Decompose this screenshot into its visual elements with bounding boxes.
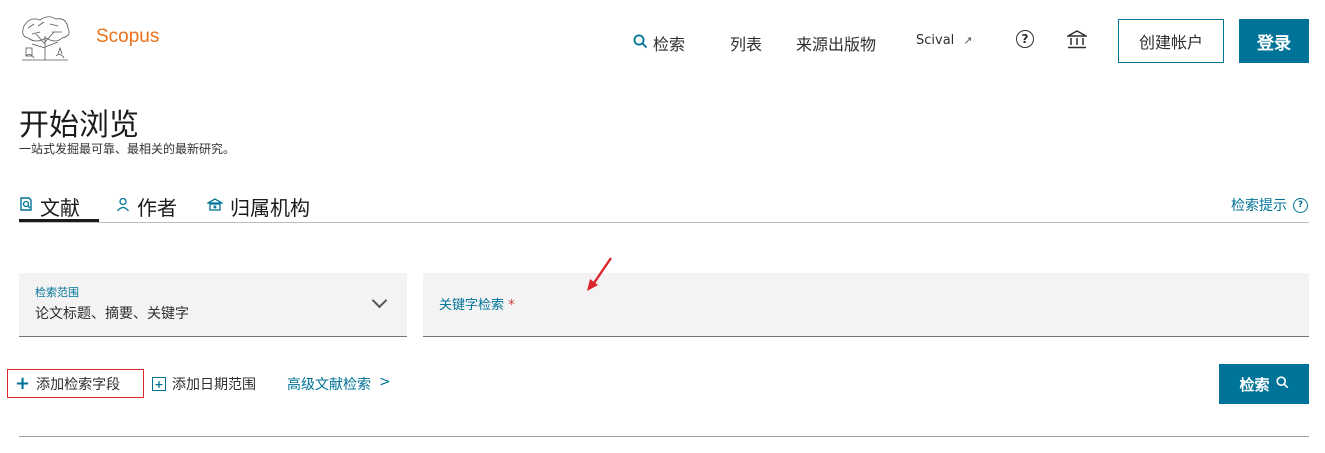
institution-icon[interactable] [1065,30,1089,53]
keyword-search-input[interactable]: 关键字检索 * [423,273,1309,337]
search-scope-label: 检索范围 [35,286,79,299]
advanced-search-label: 高级文献检索 [287,377,371,393]
help-icon: ? [1293,197,1308,213]
nav-scival[interactable]: Scival ↗ [916,33,973,48]
nav-scival-label: Scival [916,33,955,48]
calendar-add-icon: + [152,377,166,391]
tab-affiliations[interactable]: 归属机构 [205,192,310,221]
required-mark: * [508,298,515,313]
search-button[interactable]: 检索 [1219,364,1309,404]
search-tips-link[interactable]: 检索提示 ? [1231,195,1308,215]
add-date-range-button[interactable]: + 添加日期范围 [152,374,256,394]
nav-sources-label: 来源出版物 [796,35,877,54]
search-scope-select[interactable]: 检索范围 论文标题、摘要、关键字 [19,273,407,337]
chevron-right-icon: > [379,374,391,390]
institution-icon [205,197,225,216]
add-search-field-button[interactable]: + 添加检索字段 [7,369,144,398]
person-icon [116,197,130,216]
plus-icon: + [15,372,31,394]
keyword-search-label: 关键字检索 * [439,294,515,313]
add-search-field-label: 添加检索字段 [36,376,121,393]
create-account-button[interactable]: 创建帐户 [1118,19,1224,63]
tab-documents-label: 文献 [40,196,80,220]
tab-authors[interactable]: 作者 [116,192,177,221]
tabs-divider [19,222,1309,223]
nav-lists-label: 列表 [730,35,763,54]
annotation-arrow-icon [583,255,615,297]
nav-search-label: 检索 [653,35,686,54]
help-icon[interactable]: ? [1016,30,1034,48]
nav-lists[interactable]: 列表 [730,31,762,55]
advanced-search-link[interactable]: 高级文献检索 > [287,374,391,394]
search-scope-value: 论文标题、摘要、关键字 [35,306,189,322]
chevron-down-icon [371,292,388,309]
external-link-icon: ↗ [963,34,973,47]
keyword-label-text: 关键字检索 [439,298,505,313]
add-date-range-label: 添加日期范围 [172,377,256,393]
page-title: 开始浏览 [19,108,139,143]
tab-affiliations-label: 归属机构 [230,196,310,220]
page-subtitle: 一站式发掘最可靠、最相关的最新研究。 [19,142,236,156]
elsevier-logo[interactable] [18,14,72,64]
search-icon [633,34,648,53]
section-divider [19,436,1309,437]
document-search-icon [19,197,33,216]
login-button[interactable]: 登录 [1239,19,1309,63]
brand-name[interactable]: Scopus [96,26,159,48]
nav-sources[interactable]: 来源出版物 [796,31,876,55]
search-icon [1275,375,1289,393]
search-tips-label: 检索提示 [1231,198,1287,214]
nav-search[interactable]: 检索 [633,31,685,55]
tab-authors-label: 作者 [137,196,177,220]
search-button-label: 检索 [1239,375,1270,394]
tab-documents[interactable]: 文献 [19,192,80,221]
